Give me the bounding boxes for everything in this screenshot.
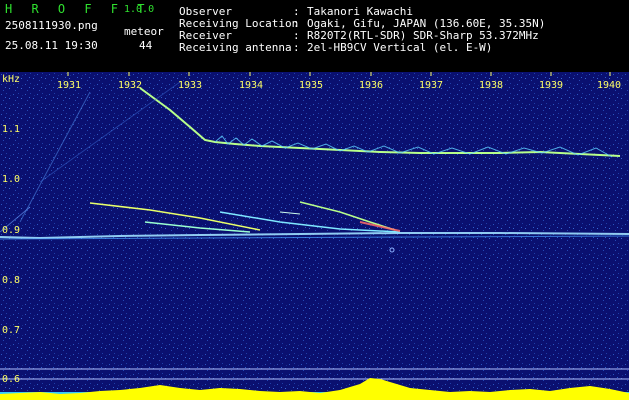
y-tick-0.8: 0.8	[2, 275, 21, 286]
header-panel: H R O F F T 1.0.0 2508111930.png meteor …	[0, 0, 629, 72]
antenna-colon: :	[293, 41, 300, 54]
antenna-label: Receiving antenna	[179, 41, 292, 54]
y-tick-1.0: 1.0	[2, 174, 21, 185]
x-tick-1940: 1940	[597, 80, 622, 91]
y-tick-1.1: 1.1	[2, 124, 21, 135]
antenna-value: 2el-HB9CV Vertical (el. E-W)	[307, 41, 493, 54]
x-tick-1939: 1939	[539, 80, 564, 91]
x-tick-1935: 1935	[299, 80, 324, 91]
file-name: 2508111930.png	[5, 19, 98, 32]
spectrogram-plot	[0, 72, 629, 400]
meteor-label: meteor	[124, 25, 164, 38]
app-version: 1.0.0	[124, 4, 155, 15]
x-tick-1931: 1931	[57, 80, 82, 91]
x-tick-1938: 1938	[479, 80, 504, 91]
meteor-count: 44	[139, 39, 153, 52]
y-tick-0.7: 0.7	[2, 325, 21, 336]
x-tick-1932: 1932	[118, 80, 143, 91]
y-tick-0.9: 0.9	[2, 225, 21, 236]
frequency-unit-label: kHz	[2, 74, 21, 85]
x-tick-1937: 1937	[419, 80, 444, 91]
y-tick-0.6: 0.6	[2, 374, 21, 385]
x-tick-1936: 1936	[359, 80, 384, 91]
date-time: 25.08.11 19:30	[5, 39, 98, 52]
x-tick-1933: 1933	[178, 80, 203, 91]
x-tick-1934: 1934	[239, 80, 264, 91]
